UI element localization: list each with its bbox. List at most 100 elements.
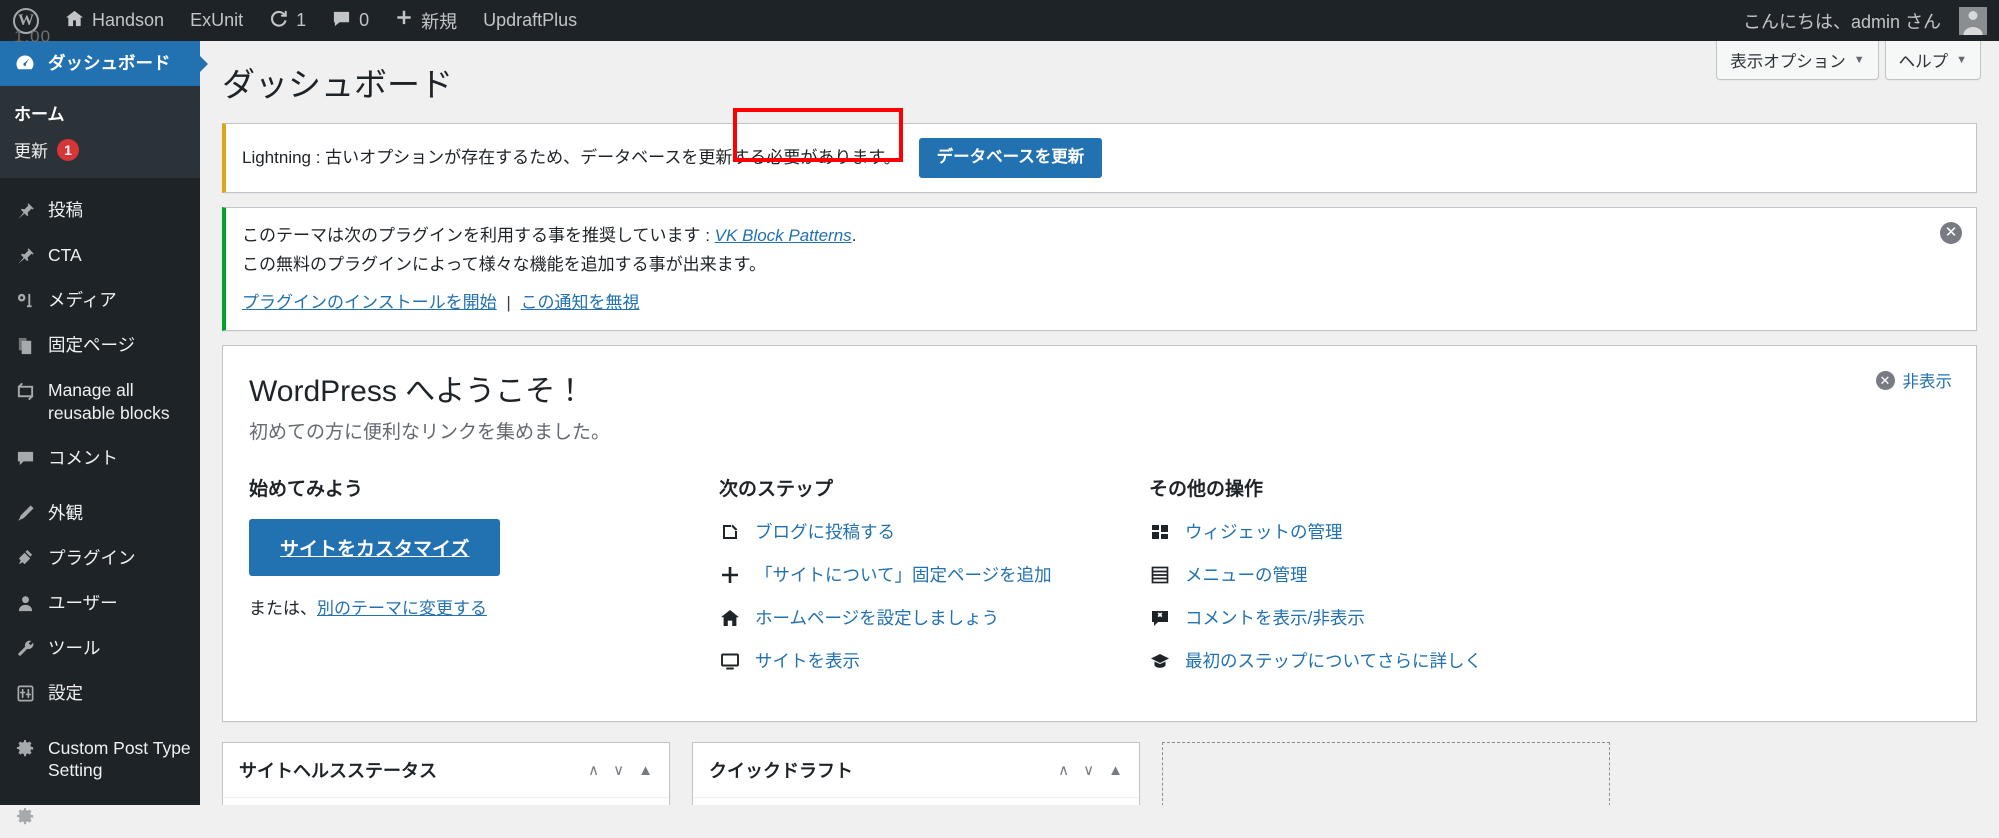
- write-blog-post-link[interactable]: ブログに投稿する: [755, 519, 895, 544]
- learn-icon: [1149, 650, 1171, 672]
- move-down-icon[interactable]: ∨: [613, 761, 624, 779]
- screen-options-button[interactable]: 表示オプション ▼: [1716, 41, 1879, 80]
- add-about-page-link[interactable]: 「サイトについて」固定ページを追加: [755, 562, 1052, 587]
- updates-menu[interactable]: 1: [256, 0, 319, 41]
- sidebar-item-custom-post-type-setting[interactable]: Custom Post Type Setting: [0, 726, 200, 794]
- content-inner: ダッシュボード Lightning : 古いオプションが存在するため、データベー…: [200, 41, 1999, 805]
- sidebar-item-cta[interactable]: CTA: [0, 233, 200, 278]
- learn-more-first-steps-link[interactable]: 最初のステップについてさらに詳しく: [1185, 648, 1482, 673]
- sidebar-subitem-home[interactable]: ホーム: [0, 94, 200, 131]
- widgets-icon: [1149, 521, 1171, 543]
- sidebar-subitem-updates[interactable]: 更新 1: [0, 131, 200, 168]
- sidebar-subitem-label-updates: 更新: [14, 142, 48, 161]
- view-site-link[interactable]: サイトを表示: [755, 648, 860, 673]
- or-prefix-label: または、: [249, 599, 317, 619]
- sidebar-item-appearance[interactable]: 外観: [0, 491, 200, 536]
- quick-draft-widget-title: クイックドラフト: [709, 761, 853, 782]
- move-up-icon[interactable]: ∧: [588, 761, 599, 779]
- sidebar-item-pages[interactable]: 固定ページ: [0, 323, 200, 368]
- toggle-panel-icon[interactable]: ▲: [1108, 762, 1123, 779]
- welcome-column-get-started: 始めてみよう サイトをカスタマイズ または、別のテーマに変更する: [249, 474, 719, 691]
- menu-separator-1: [0, 178, 200, 188]
- site-name-label: Handson: [92, 10, 165, 30]
- plugin-notice-line2: この無料のプラグインによって様々な機能を追加する事が出来ます。: [242, 254, 766, 274]
- sidebar-item-label-plugins: プラグイン: [48, 547, 136, 568]
- sidebar-item-dashboard[interactable]: ダッシュボード: [0, 41, 200, 86]
- sidebar-item-label-media: メディア: [48, 290, 117, 310]
- home-icon: [65, 9, 84, 33]
- sidebar-item-users[interactable]: ユーザー: [0, 581, 200, 626]
- list-item[interactable]: メニューの管理: [1149, 562, 1926, 587]
- settings-sliders-icon: [14, 683, 36, 705]
- comment-bubble-icon: [14, 448, 36, 470]
- sidebar-item-exunit[interactable]: ExUnit: [0, 793, 200, 838]
- pin-icon: [14, 200, 36, 222]
- my-account-menu[interactable]: こんにちは、admin さん: [1730, 0, 1999, 41]
- welcome-panel-dismiss-button[interactable]: ✕ 非表示: [1875, 368, 1952, 392]
- move-up-icon[interactable]: ∧: [1058, 761, 1069, 779]
- list-item[interactable]: ホームページを設定しましょう: [719, 605, 1125, 630]
- user-icon: [14, 593, 36, 615]
- sidebar-item-plugins[interactable]: プラグイン: [0, 536, 200, 581]
- setup-homepage-link[interactable]: ホームページを設定しましょう: [755, 605, 999, 630]
- list-item[interactable]: ブログに投稿する: [719, 519, 1125, 544]
- sidebar-item-tools[interactable]: ツール: [0, 626, 200, 671]
- exunit-label: ExUnit: [190, 10, 244, 30]
- wordpress-logo-icon: W: [13, 7, 39, 34]
- list-item[interactable]: サイトを表示: [719, 648, 1125, 673]
- media-icon: [14, 290, 36, 312]
- dismiss-notice-link[interactable]: この通知を無視: [521, 293, 640, 312]
- list-item[interactable]: ウィジェットの管理: [1149, 519, 1926, 544]
- welcome-subtitle: 初めての方に便利なリンクを集めました。: [249, 422, 611, 444]
- screen-icon: [719, 650, 741, 672]
- welcome-columns: 始めてみよう サイトをカスタマイズ または、別のテーマに変更する 次のステップ …: [249, 474, 1950, 691]
- customize-site-button[interactable]: サイトをカスタマイズ: [249, 519, 501, 577]
- comment-bubble-icon: [332, 9, 351, 33]
- quick-draft-widget-controls: ∧ ∨ ▲: [1058, 761, 1123, 780]
- change-theme-link[interactable]: 別のテーマに変更する: [317, 599, 487, 618]
- manage-widgets-link[interactable]: ウィジェットの管理: [1185, 519, 1343, 544]
- vk-block-patterns-link[interactable]: VK Block Patterns: [715, 226, 852, 245]
- avatar-icon: [1959, 6, 1987, 35]
- sidebar-item-comments[interactable]: コメント: [0, 436, 200, 481]
- begin-installing-plugin-link[interactable]: プラグインのインストールを開始: [242, 293, 497, 312]
- greeting-label: こんにちは、admin さん: [1742, 11, 1941, 32]
- next-steps-list: ブログに投稿する 「サイトについて」固定ページを追加 ホームページを設定しましょ…: [719, 519, 1125, 673]
- close-icon[interactable]: ✕: [1940, 221, 1962, 244]
- updates-count-badge: 1: [57, 138, 79, 161]
- updraftplus-menu[interactable]: UpdraftPlus: [470, 0, 590, 41]
- welcome-title: WordPress へようこそ！: [249, 375, 586, 409]
- sidebar-item-label-users: ユーザー: [48, 592, 118, 613]
- sidebar-item-label-settings: 設定: [48, 682, 83, 703]
- plugin-icon: [14, 548, 36, 570]
- appearance-brush-icon: [14, 503, 36, 525]
- sidebar-item-posts[interactable]: 投稿: [0, 188, 200, 233]
- site-health-widget-header: サイトヘルスステータス ∧ ∨ ▲: [223, 743, 669, 799]
- welcome-panel: ✕ 非表示 WordPress へようこそ！ 初めての方に便利なリンクを集めまし…: [222, 345, 1977, 723]
- wp-logo-menu[interactable]: W: [0, 0, 52, 41]
- gear-icon: [14, 805, 36, 827]
- manage-menus-link[interactable]: メニューの管理: [1185, 562, 1308, 587]
- plugin-recommendation-notice: このテーマは次のプラグインを利用する事を推奨しています : VK Block P…: [222, 206, 1977, 332]
- new-content-menu[interactable]: 新規: [382, 0, 470, 41]
- home-icon: [719, 607, 741, 629]
- toggle-panel-icon[interactable]: ▲: [638, 762, 653, 779]
- site-name-menu[interactable]: Handson: [52, 0, 177, 41]
- quick-draft-widget: クイックドラフト ∧ ∨ ▲ タイトル: [692, 742, 1140, 805]
- sidebar-item-media[interactable]: メディア: [0, 278, 200, 323]
- list-item[interactable]: 「サイトについて」固定ページを追加: [719, 562, 1125, 587]
- update-database-button[interactable]: データベースを更新: [918, 137, 1103, 178]
- list-item[interactable]: 最初のステップについてさらに詳しく: [1149, 648, 1926, 673]
- exunit-menu[interactable]: ExUnit: [177, 0, 256, 41]
- dashboard-submenu: ホーム 更新 1: [0, 86, 200, 178]
- sidebar-item-settings[interactable]: 設定: [0, 671, 200, 716]
- sidebar-item-reusable-blocks[interactable]: Manage all reusable blocks: [0, 368, 200, 436]
- chevron-down-icon: ▼: [1956, 54, 1967, 66]
- comments-menu[interactable]: 0: [319, 0, 382, 41]
- move-down-icon[interactable]: ∨: [1083, 761, 1094, 779]
- toggle-comments-link[interactable]: コメントを表示/非表示: [1185, 605, 1365, 630]
- sidebar-item-label-dashboard: ダッシュボード: [48, 53, 171, 73]
- list-item[interactable]: コメントを表示/非表示: [1149, 605, 1926, 630]
- pin-icon: [14, 245, 36, 267]
- help-button[interactable]: ヘルプ ▼: [1884, 41, 1981, 80]
